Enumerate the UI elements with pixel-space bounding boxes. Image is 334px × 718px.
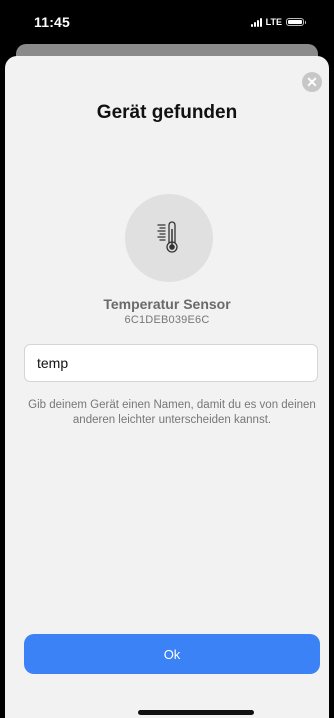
page-title: Gerät gefunden xyxy=(96,102,238,123)
close-icon: ✕ xyxy=(306,74,318,90)
device-name: Temperatur Sensor xyxy=(103,296,231,312)
status-bar: 11:45 LTE xyxy=(0,0,334,44)
close-button[interactable]: ✕ xyxy=(302,72,322,92)
device-id: 6C1DEB039E6C xyxy=(124,314,210,326)
device-name-input[interactable] xyxy=(24,344,318,382)
home-indicator[interactable] xyxy=(138,710,254,715)
status-icons: LTE xyxy=(250,17,306,27)
thermometer-icon xyxy=(157,221,178,253)
network-type: LTE xyxy=(265,17,282,27)
status-time: 11:45 xyxy=(34,14,71,30)
ok-button[interactable]: Ok xyxy=(24,634,320,674)
device-icon-circle xyxy=(125,194,213,282)
helper-text: Gib deinem Gerät einen Namen, damit du e… xyxy=(28,399,316,426)
device-found-sheet: ✕ Gerät gefunden Temperatur Sensor 6C1DE… xyxy=(5,56,329,718)
signal-icon xyxy=(250,17,262,27)
battery-icon xyxy=(286,18,306,26)
